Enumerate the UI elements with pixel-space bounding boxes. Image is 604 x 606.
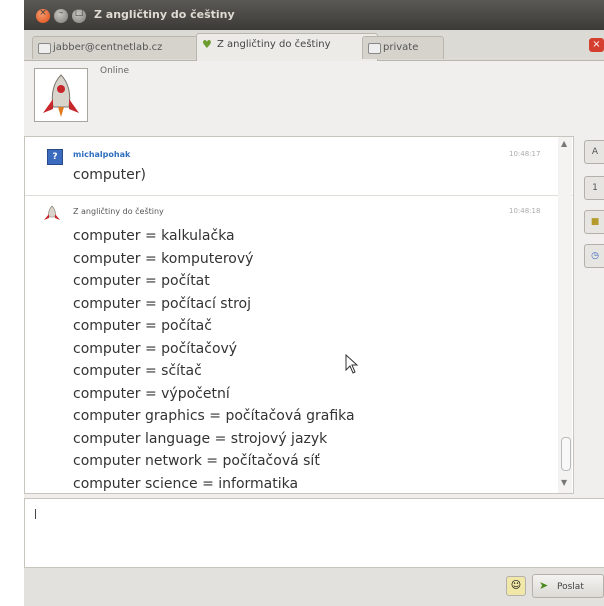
folder-icon: ■ <box>590 217 600 227</box>
chat-window: × – □ Z angličtiny do češtiny jabber@cen… <box>24 0 604 606</box>
list-item: computer language = strojový jazyk <box>73 430 328 447</box>
message-divider <box>25 195 573 196</box>
smiley-icon: ☺ <box>510 580 522 591</box>
tab-translator[interactable]: ♥ Z angličtiny do češtiny <box>196 33 378 61</box>
mouse-pointer-icon <box>345 354 359 374</box>
rocket-avatar-icon <box>44 205 60 220</box>
list-item: computer = kalkulačka <box>73 228 235 244</box>
side-button-history[interactable]: ◷ <box>584 244 604 268</box>
tab-bar: jabber@centnetlab.cz ♥ Z angličtiny do č… <box>24 30 604 61</box>
list-item: computer = počítací stroj <box>73 295 251 312</box>
emoticon-button[interactable]: ☺ <box>506 576 526 596</box>
tab-label: jabber@centnetlab.cz <box>53 42 163 53</box>
side-button-number[interactable]: 1 <box>584 176 604 200</box>
window-title: Z angličtiny do češtiny <box>94 8 235 21</box>
list-item: computer = komputerový <box>73 250 254 267</box>
conversation-view[interactable]: ? michalpohak 10:48:17 computer) Z angli… <box>24 136 574 494</box>
tab-label: Z angličtiny do češtiny <box>217 39 331 50</box>
list-item: computer = počítačový <box>73 340 238 357</box>
window-close-button[interactable]: × <box>36 8 50 23</box>
presence-status: Online <box>100 66 130 76</box>
message-sender: michalpohak <box>73 150 131 159</box>
list-item: computer = sčítač <box>73 363 202 379</box>
side-button-font[interactable]: A <box>584 140 604 164</box>
list-item: computer science = informatika <box>73 475 299 492</box>
list-item: computer = počítač <box>73 318 212 334</box>
rocket-avatar-icon[interactable] <box>34 68 88 122</box>
tab-private[interactable]: private <box>362 36 444 59</box>
close-icon: × <box>39 8 47 18</box>
chat-tab-icon <box>38 43 51 54</box>
translation-list: computer = kalkulačka computer = kompute… <box>73 225 355 493</box>
message-time: 10:48:18 <box>509 207 541 215</box>
message-text: computer) <box>73 167 146 183</box>
tab-jabber[interactable]: jabber@centnetlab.cz <box>32 36 214 59</box>
scrollbar-thumb[interactable] <box>561 437 571 471</box>
tab-label: private <box>383 42 419 53</box>
message-input[interactable] <box>24 498 604 568</box>
text-cursor <box>35 509 36 519</box>
scroll-up-icon[interactable]: ▲ <box>561 139 567 148</box>
bottom-toolbar: ☺ ➤ Poslat <box>24 568 604 606</box>
list-item: computer = počítat <box>73 273 210 289</box>
scroll-down-icon[interactable]: ▼ <box>561 478 567 487</box>
list-item: computer graphics = počítačová grafika <box>73 408 355 424</box>
send-button[interactable]: ➤ Poslat <box>532 574 604 598</box>
chat-scrollbar[interactable]: ▲ ▼ <box>558 137 572 493</box>
window-maximize-button[interactable]: □ <box>72 8 86 23</box>
list-item: computer = výpočetní <box>73 385 230 402</box>
side-button-folder[interactable]: ■ <box>584 210 604 234</box>
title-bar[interactable]: × – □ Z angličtiny do češtiny <box>24 0 604 30</box>
maximize-icon: □ <box>74 8 84 18</box>
window-minimize-button[interactable]: – <box>54 8 68 23</box>
chat-tab-icon <box>368 43 381 54</box>
unknown-user-icon: ? <box>47 149 63 165</box>
bot-tab-icon: ♥ <box>202 38 212 51</box>
message-sender: Z angličtiny do češtiny <box>73 207 164 216</box>
clock-icon: ◷ <box>591 251 599 261</box>
minimize-icon: – <box>58 8 64 18</box>
send-button-label: Poslat <box>557 582 584 592</box>
message-time: 10:48:17 <box>509 150 541 158</box>
list-item: computer network = počítačová síť <box>73 453 320 469</box>
close-tab-button[interactable]: × <box>589 38 604 52</box>
send-icon: ➤ <box>539 579 549 592</box>
